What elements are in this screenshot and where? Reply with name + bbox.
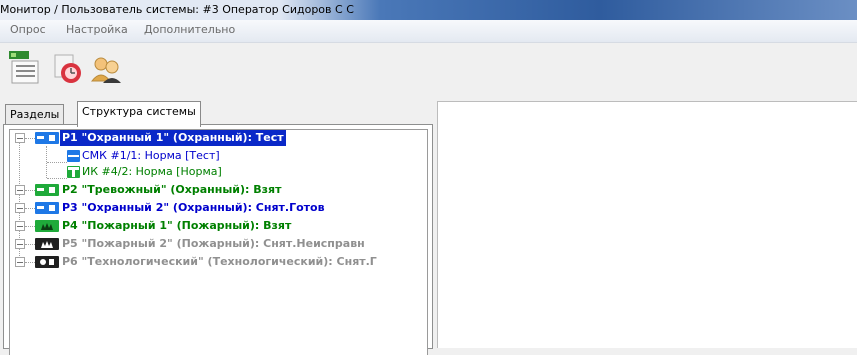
ik-sensor-icon (67, 166, 80, 178)
smk-sensor-icon (67, 150, 80, 162)
tree-node-ik[interactable]: ИК #4/2: Норма [Норма] (10, 164, 420, 180)
tree-node-label: Р2 "Тревожный" (Охранный): Взят (62, 183, 282, 196)
tree-node-label: ИК #4/2: Норма [Норма] (82, 165, 222, 178)
tree-node-label: Р3 "Охранный 2" (Охранный): Снят.Готов (62, 201, 325, 214)
tree-node-p3[interactable]: Р3 "Охранный 2" (Охранный): Снят.Готов (10, 200, 420, 216)
tab-struktura-sistemy[interactable]: Структура системы (77, 101, 201, 127)
tree-line (25, 262, 35, 263)
menu-item-nastroika[interactable]: Настройка (66, 23, 128, 36)
tree-node-label: Р5 "Пожарный 2" (Пожарный): Снят.Неиспра… (62, 237, 365, 250)
expander-icon[interactable] (15, 133, 25, 143)
users-icon[interactable] (90, 49, 124, 85)
tree-node-p1[interactable]: Р1 "Охранный 1" (Охранный): Тест (10, 130, 420, 146)
tree-line (25, 190, 35, 191)
toolbar (0, 43, 857, 93)
tree-view: Р1 "Охранный 1" (Охранный): Тест СМК #1/… (9, 129, 428, 355)
expander-icon[interactable] (15, 257, 25, 267)
expander-icon[interactable] (15, 185, 25, 195)
tree-line (25, 138, 35, 139)
tree-node-p2[interactable]: Р2 "Тревожный" (Охранный): Взят (10, 182, 420, 198)
menu-item-dopolnitelno[interactable]: Дополнительно (144, 23, 235, 36)
tree-line (25, 244, 35, 245)
tree-node-p4[interactable]: Р4 "Пожарный 1" (Пожарный): Взят (10, 218, 420, 234)
security-zone-icon (35, 132, 59, 144)
fire-zone-icon (35, 238, 59, 250)
expander-icon[interactable] (15, 239, 25, 249)
expander-icon[interactable] (15, 221, 25, 231)
tree-node-label: Р1 "Охранный 1" (Охранный): Тест (60, 130, 286, 146)
menu-bar: Опрос Настройка Дополнительно (0, 20, 857, 43)
expander-icon[interactable] (15, 203, 25, 213)
tree-node-smk[interactable]: СМК #1/1: Норма [Тест] (10, 148, 420, 164)
security-zone-icon (35, 184, 59, 196)
tree-node-label: СМК #1/1: Норма [Тест] (82, 149, 220, 162)
title-bar: Монитор / Пользователь системы: #3 Опера… (0, 0, 857, 20)
security-zone-icon (35, 202, 59, 214)
menu-item-opros[interactable]: Опрос (10, 23, 46, 36)
list-icon[interactable] (8, 49, 42, 85)
tree-node-p6[interactable]: Р6 "Технологический" (Технологический): … (10, 254, 420, 270)
tree-node-label: Р6 "Технологический" (Технологический): … (62, 255, 377, 268)
tree-node-p5[interactable]: Р5 "Пожарный 2" (Пожарный): Снят.Неиспра… (10, 236, 420, 252)
tree-line (25, 226, 35, 227)
details-panel (437, 101, 857, 348)
window-title: Монитор / Пользователь системы: #3 Опера… (0, 3, 354, 16)
tree-line (25, 208, 35, 209)
tech-zone-icon (35, 256, 59, 268)
system-structure-panel: Р1 "Охранный 1" (Охранный): Тест СМК #1/… (3, 124, 433, 355)
clock-icon[interactable] (52, 49, 86, 85)
tab-razdely[interactable]: Разделы (5, 104, 65, 126)
fire-zone-icon (35, 220, 59, 232)
tree-node-label: Р4 "Пожарный 1" (Пожарный): Взят (62, 219, 292, 232)
